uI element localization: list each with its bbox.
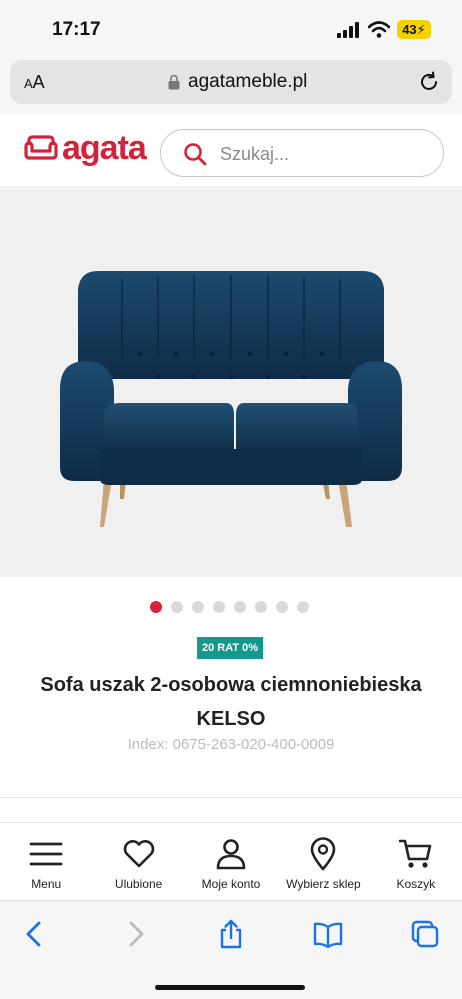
forward-icon[interactable] bbox=[120, 919, 150, 949]
sofa-image bbox=[60, 271, 402, 527]
carousel-dot[interactable] bbox=[255, 601, 267, 613]
carousel-dot[interactable] bbox=[276, 601, 288, 613]
text-size-button[interactable]: AA bbox=[24, 72, 45, 93]
site-header: agata Szukaj... bbox=[0, 114, 462, 188]
battery-indicator: 43 ⚡ bbox=[397, 20, 431, 39]
browser-address-area: AA agatameble.pl bbox=[0, 56, 462, 114]
nav-menu[interactable]: Menu bbox=[0, 823, 92, 899]
address-bar[interactable]: AA agatameble.pl bbox=[10, 60, 452, 104]
divider bbox=[0, 797, 462, 798]
agata-logo[interactable]: agata bbox=[24, 128, 147, 168]
nav-account[interactable]: Moje konto bbox=[185, 823, 277, 899]
nav-label: Wybierz sklep bbox=[286, 877, 361, 891]
search-input[interactable]: Szukaj... bbox=[220, 144, 289, 165]
heart-icon bbox=[123, 840, 154, 868]
product-index: Index: 0675-263-020-400-0009 bbox=[127, 736, 335, 753]
cart-icon bbox=[398, 839, 432, 868]
charging-icon: ⚡ bbox=[416, 21, 426, 37]
nav-store[interactable]: Wybierz sklep bbox=[277, 823, 369, 899]
lock-icon bbox=[168, 74, 180, 90]
search-icon[interactable] bbox=[183, 142, 207, 166]
sofa-logo-icon bbox=[24, 135, 58, 160]
nav-label: Moje konto bbox=[201, 877, 261, 891]
logo-wordmark: agata bbox=[62, 128, 147, 167]
menu-icon bbox=[29, 842, 63, 866]
nav-cart[interactable]: Koszyk bbox=[370, 823, 462, 899]
carousel-dot[interactable] bbox=[297, 601, 309, 613]
battery-level: 43 bbox=[402, 22, 417, 37]
product-title-line2: KELSO bbox=[196, 708, 266, 730]
bottom-navigation: Menu Ulubione Moje konto Wybierz sklep K… bbox=[0, 823, 462, 899]
installment-badge: 20 RAT 0% bbox=[197, 637, 263, 659]
home-indicator bbox=[155, 985, 305, 990]
wifi-icon bbox=[368, 21, 390, 38]
carousel-dot[interactable] bbox=[213, 601, 225, 613]
product-image[interactable] bbox=[0, 189, 462, 577]
product-title: Sofa uszak 2-osobowa ciemnoniebieska KEL… bbox=[0, 668, 462, 736]
bookmarks-icon[interactable] bbox=[313, 919, 343, 949]
tabs-icon[interactable] bbox=[410, 919, 440, 949]
product-title-line1: Sofa uszak 2-osobowa ciemnoniebieska bbox=[40, 674, 422, 696]
location-pin-icon bbox=[311, 837, 336, 871]
share-icon[interactable] bbox=[216, 919, 246, 949]
nav-label: Ulubione bbox=[114, 877, 163, 891]
carousel-dot[interactable] bbox=[150, 601, 162, 613]
carousel-dot[interactable] bbox=[234, 601, 246, 613]
search-field[interactable]: Szukaj... bbox=[160, 129, 444, 177]
nav-favorites[interactable]: Ulubione bbox=[92, 823, 184, 899]
signal-icon bbox=[337, 22, 359, 38]
carousel-dot[interactable] bbox=[192, 601, 204, 613]
url-text[interactable]: agatameble.pl bbox=[188, 71, 307, 93]
carousel-dot[interactable] bbox=[171, 601, 183, 613]
reload-icon[interactable] bbox=[418, 71, 440, 93]
back-icon[interactable] bbox=[20, 919, 50, 949]
carousel-dots bbox=[150, 601, 309, 613]
status-time: 17:17 bbox=[52, 19, 101, 40]
user-icon bbox=[216, 839, 246, 870]
nav-label: Koszyk bbox=[396, 877, 436, 891]
nav-label: Menu bbox=[31, 877, 62, 891]
status-bar: 17:17 43 ⚡ bbox=[0, 0, 462, 56]
